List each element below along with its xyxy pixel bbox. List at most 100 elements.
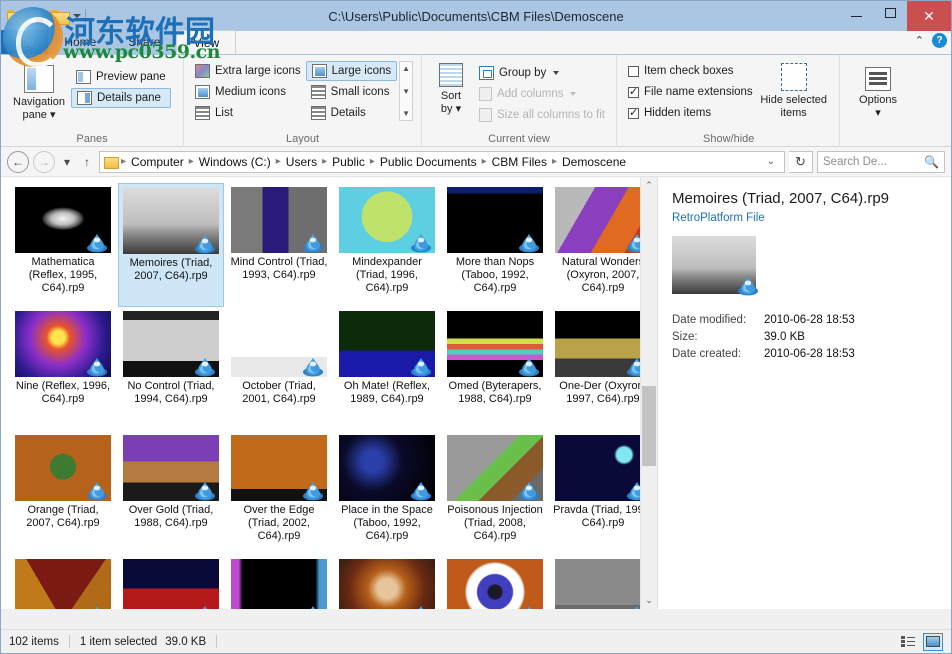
file-item[interactable]: Over the Edge (Triad, 2002, C64).rp9 xyxy=(226,431,332,555)
sort-by-icon xyxy=(438,63,463,87)
file-item[interactable]: Radio Oops xyxy=(10,555,116,609)
file-item[interactable]: October (Triad, 2001, C64).rp9 xyxy=(226,307,332,431)
content-area: Mathematica (Reflex, 1995, C64).rp9 Memo… xyxy=(1,177,951,609)
help-icon[interactable]: ? xyxy=(932,33,947,48)
folder-open-icon[interactable] xyxy=(51,7,70,25)
item-count: 102 items xyxy=(9,635,59,648)
refresh-button[interactable]: ↻ xyxy=(789,150,813,173)
folder-icon[interactable] xyxy=(7,7,26,25)
close-button[interactable]: ✕ xyxy=(907,1,951,31)
extra-large-icons-button[interactable]: Extra large icons xyxy=(190,61,306,81)
recent-locations-caret-icon[interactable]: ▾ xyxy=(59,150,75,173)
new-folder-icon[interactable] xyxy=(29,7,47,25)
gallery-expand-icon[interactable]: ▼ xyxy=(402,109,410,118)
scroll-up-icon[interactable]: ⌃ xyxy=(641,177,657,194)
breadcrumb-cbm-files[interactable]: CBM Files xyxy=(489,155,550,169)
layout-gallery-scrollbar[interactable]: ▲ ▼ ▼ xyxy=(399,61,414,121)
file-item[interactable]: Memoires (Triad, 2007, C64).rp9 xyxy=(118,183,224,307)
list-button[interactable]: List xyxy=(190,103,306,123)
maximize-button[interactable] xyxy=(873,1,907,25)
file-list-scrollbar[interactable]: ⌃ ⌄ xyxy=(640,177,657,609)
file-item[interactable]: Krasnyi Oktyabr (Triad) xyxy=(118,555,224,609)
tab-home[interactable]: Home xyxy=(48,30,112,54)
back-button[interactable]: ← xyxy=(7,150,29,173)
rp9-droplet-icon xyxy=(301,603,325,609)
file-item[interactable]: Mathematica (Reflex, 1995, C64).rp9 xyxy=(10,183,116,307)
add-columns-label: Add columns xyxy=(496,88,564,100)
gallery-scroll-down-icon[interactable]: ▼ xyxy=(402,87,410,96)
item-check-boxes-checkbox[interactable]: Item check boxes xyxy=(623,61,758,81)
group-by-button[interactable]: Group by xyxy=(474,63,610,83)
file-item[interactable]: Orange (Triad, 2007, C64).rp9 xyxy=(10,431,116,555)
file-item[interactable]: Mind Control (Triad, 1993, C64).rp9 xyxy=(226,183,332,307)
file-item[interactable]: Redhead portrait xyxy=(334,555,440,609)
file-item[interactable]: Over Gold (Triad, 1988, C64).rp9 xyxy=(118,431,224,555)
details-view-button[interactable]: Details xyxy=(306,103,397,123)
file-thumbnail-wrap xyxy=(123,311,219,377)
gallery-scroll-up-icon[interactable]: ▲ xyxy=(402,64,410,73)
file-item[interactable]: Poisonous Injection (Triad, 2008, C64).r… xyxy=(442,431,548,555)
up-button[interactable]: ↑ xyxy=(79,150,95,173)
scrollbar-track[interactable] xyxy=(641,194,657,592)
medium-icons-button[interactable]: Medium icons xyxy=(190,82,306,102)
item-check-boxes-label: Item check boxes xyxy=(644,65,734,77)
small-icons-button[interactable]: Small icons xyxy=(306,82,397,102)
forward-button[interactable]: → xyxy=(33,150,55,173)
sort-by-button[interactable]: Sort by ▾ xyxy=(428,61,474,115)
chevron-down-icon[interactable] xyxy=(553,71,560,75)
tab-view[interactable]: View xyxy=(176,30,237,54)
file-item[interactable]: Place in the Space (Taboo, 1992, C64).rp… xyxy=(334,431,440,555)
breadcrumb-public[interactable]: Public xyxy=(329,155,368,169)
hidden-items-checkbox[interactable]: Hidden items xyxy=(623,103,758,123)
details-view-icon xyxy=(310,106,326,120)
file-item[interactable]: More than Nops (Taboo, 1992, C64).rp9 xyxy=(442,183,548,307)
large-icons-button[interactable]: Large icons xyxy=(305,61,398,81)
file-item[interactable]: Eye demo xyxy=(442,555,548,609)
large-icons-view-icon xyxy=(926,636,940,647)
file-item[interactable]: Mindexpander (Triad, 1996, C64).rp9 xyxy=(334,183,440,307)
breadcrumb-demoscene[interactable]: Demoscene xyxy=(559,155,629,169)
window-title: C:\Users\Public\Documents\CBM Files\Demo… xyxy=(328,8,624,24)
scroll-down-icon[interactable]: ⌄ xyxy=(641,592,657,609)
options-button[interactable]: Options ▾ xyxy=(846,65,910,119)
details-view-button[interactable] xyxy=(898,633,918,651)
breadcrumb-public-documents[interactable]: Public Documents xyxy=(377,155,480,169)
navigation-pane-button[interactable]: Navigation pane ▾ xyxy=(7,59,71,121)
address-dropdown-icon[interactable]: ⌄ xyxy=(762,156,780,167)
file-list-pane[interactable]: Mathematica (Reflex, 1995, C64).rp9 Memo… xyxy=(1,177,657,609)
quick-access-toolbar[interactable] xyxy=(1,1,86,31)
rp9-droplet-icon xyxy=(85,231,109,253)
file-item[interactable]: Nine (Reflex, 1996, C64).rp9 xyxy=(10,307,116,431)
file-item[interactable]: Untitled demo xyxy=(226,555,332,609)
status-divider xyxy=(216,635,218,648)
hide-selected-items-button[interactable]: Hide selected items xyxy=(758,61,830,119)
large-icons-view-button[interactable] xyxy=(923,632,943,651)
file-name-extensions-checkbox[interactable]: File name extensions xyxy=(623,82,758,102)
breadcrumb[interactable]: ▸ Computer ▸ Windows (C:) ▸ Users ▸ Publ… xyxy=(99,150,785,173)
breadcrumb-windows-c[interactable]: Windows (C:) xyxy=(196,155,274,169)
minimize-button[interactable] xyxy=(839,1,873,25)
rp9-droplet-icon xyxy=(736,274,760,296)
details-pane-button[interactable]: Details pane xyxy=(71,88,171,108)
ribbon-group-current-view: Sort by ▾ Group by Add columns Size all … xyxy=(421,55,616,147)
file-name-label: One-Der (Oxyron, 1997, C64).rp9 xyxy=(559,380,647,405)
search-input[interactable]: Search De... 🔍 xyxy=(817,150,945,173)
breadcrumb-users[interactable]: Users xyxy=(283,155,320,169)
file-item[interactable]: Oh Mate! (Reflex, 1989, C64).rp9 xyxy=(334,307,440,431)
tab-share[interactable]: Share xyxy=(112,30,176,54)
file-thumbnail-wrap xyxy=(123,435,219,501)
file-item[interactable]: Omed (Byterapers, 1988, C64).rp9 xyxy=(442,307,548,431)
customize-caret-icon[interactable] xyxy=(73,14,81,18)
search-icon[interactable]: 🔍 xyxy=(924,155,939,169)
rp9-droplet-icon xyxy=(409,231,433,253)
file-name-label: Over Gold (Triad, 1988, C64).rp9 xyxy=(128,504,214,529)
group-by-icon xyxy=(478,66,494,80)
breadcrumb-computer[interactable]: Computer xyxy=(128,155,187,169)
checkbox-checked-icon xyxy=(628,85,639,98)
preview-pane-button[interactable]: Preview pane xyxy=(71,67,171,87)
tab-file[interactable]: File xyxy=(1,30,49,54)
scrollbar-thumb[interactable] xyxy=(642,386,656,466)
file-thumbnail-wrap xyxy=(231,187,327,253)
file-item[interactable]: No Control (Triad, 1994, C64).rp9 xyxy=(118,307,224,431)
chevron-up-icon[interactable]: ⌃ xyxy=(915,34,924,47)
